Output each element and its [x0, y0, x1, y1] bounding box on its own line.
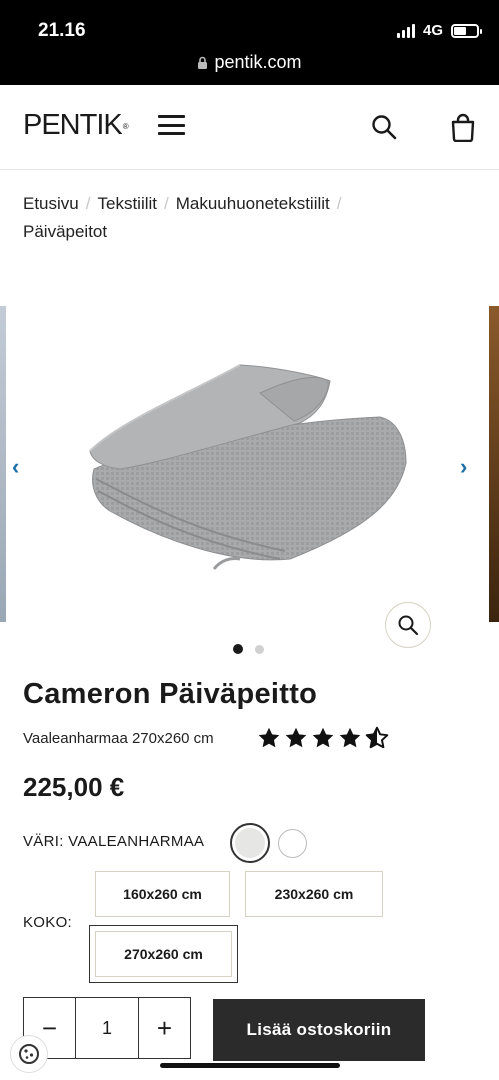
size-option-160x260[interactable]: 160x260 cm — [95, 871, 230, 917]
previous-image-arrow[interactable]: ‹ — [12, 454, 19, 480]
breadcrumb-separator: / — [164, 194, 169, 213]
half-star-icon — [365, 726, 389, 749]
size-label: KOKO: — [23, 914, 73, 931]
next-image-peek — [489, 306, 499, 622]
breadcrumb-separator: / — [85, 194, 91, 213]
product-image-blanket — [89, 364, 407, 570]
shopping-bag-icon[interactable] — [449, 112, 477, 142]
breadcrumb-item-etusivu[interactable]: Etusivu — [23, 194, 79, 213]
menu-icon[interactable] — [158, 115, 185, 135]
add-to-cart-button[interactable]: Lisää ostoskoriin — [213, 999, 425, 1061]
signal-icon — [396, 23, 415, 38]
product-variant-subtitle: Vaaleanharmaa 270x260 cm — [23, 730, 214, 747]
status-bar: 21.16 4G pentik.com — [0, 0, 499, 85]
pagination-dot-2[interactable] — [255, 644, 264, 654]
breadcrumb: Etusivu / Tekstiilit / Makuuhuonetekstiilit /… — [23, 190, 463, 246]
product-price: 225,00 € — [23, 772, 125, 802]
color-swatch-light-grey[interactable] — [230, 823, 270, 863]
cookie-icon — [19, 1044, 39, 1064]
network-type: 4G — [422, 22, 443, 39]
logo-text: PENTIK — [23, 109, 123, 141]
home-indicator — [160, 1063, 340, 1068]
quantity-input[interactable]: 1 — [76, 998, 138, 1058]
site-header: PENTIK® — [0, 85, 499, 170]
pagination-dot-1[interactable] — [233, 644, 243, 654]
logo-registered-mark: ® — [122, 121, 129, 131]
url-text: pentik.com — [214, 52, 302, 72]
zoom-button[interactable] — [385, 602, 431, 648]
previous-image-peek — [0, 306, 6, 622]
color-swatch-white[interactable] — [278, 829, 307, 858]
status-time: 21.16 — [38, 20, 86, 41]
breadcrumb-item-makuuhuonetekstiilit[interactable]: Makuuhuonetekstiilit — [176, 194, 330, 213]
color-label: VÄRI: VAALEANHARMAA — [23, 833, 205, 850]
lock-icon — [198, 56, 208, 69]
gallery-pagination — [233, 644, 264, 654]
status-indicators: 4G — [396, 22, 482, 39]
pentik-logo[interactable]: PENTIK® — [23, 109, 129, 142]
product-gallery[interactable]: ‹ › — [0, 306, 499, 648]
star-icon — [312, 727, 334, 748]
cookie-settings-icon[interactable] — [10, 1035, 48, 1073]
quantity-increase-button[interactable]: + — [138, 998, 190, 1058]
breadcrumb-item-tekstiilit[interactable]: Tekstiilit — [97, 194, 157, 213]
star-icon — [258, 727, 280, 748]
magnifier-icon — [398, 615, 419, 636]
breadcrumb-separator: / — [336, 194, 342, 213]
size-option-230x260[interactable]: 230x260 cm — [245, 871, 383, 917]
star-icon — [285, 727, 307, 748]
star-icon — [339, 727, 361, 748]
size-option-270x260[interactable]: 270x260 cm — [95, 931, 232, 977]
breadcrumb-item-paivapeitot[interactable]: Päiväpeitot — [23, 222, 107, 241]
rating-stars[interactable] — [256, 725, 390, 751]
battery-icon — [451, 23, 482, 38]
address-bar[interactable]: pentik.com — [0, 52, 499, 73]
product-title: Cameron Päiväpeitto — [23, 678, 318, 710]
quantity-stepper: − 1 + — [23, 997, 191, 1059]
battery-level — [454, 26, 467, 35]
search-icon[interactable] — [370, 113, 398, 141]
next-image-arrow[interactable]: › — [460, 454, 467, 480]
